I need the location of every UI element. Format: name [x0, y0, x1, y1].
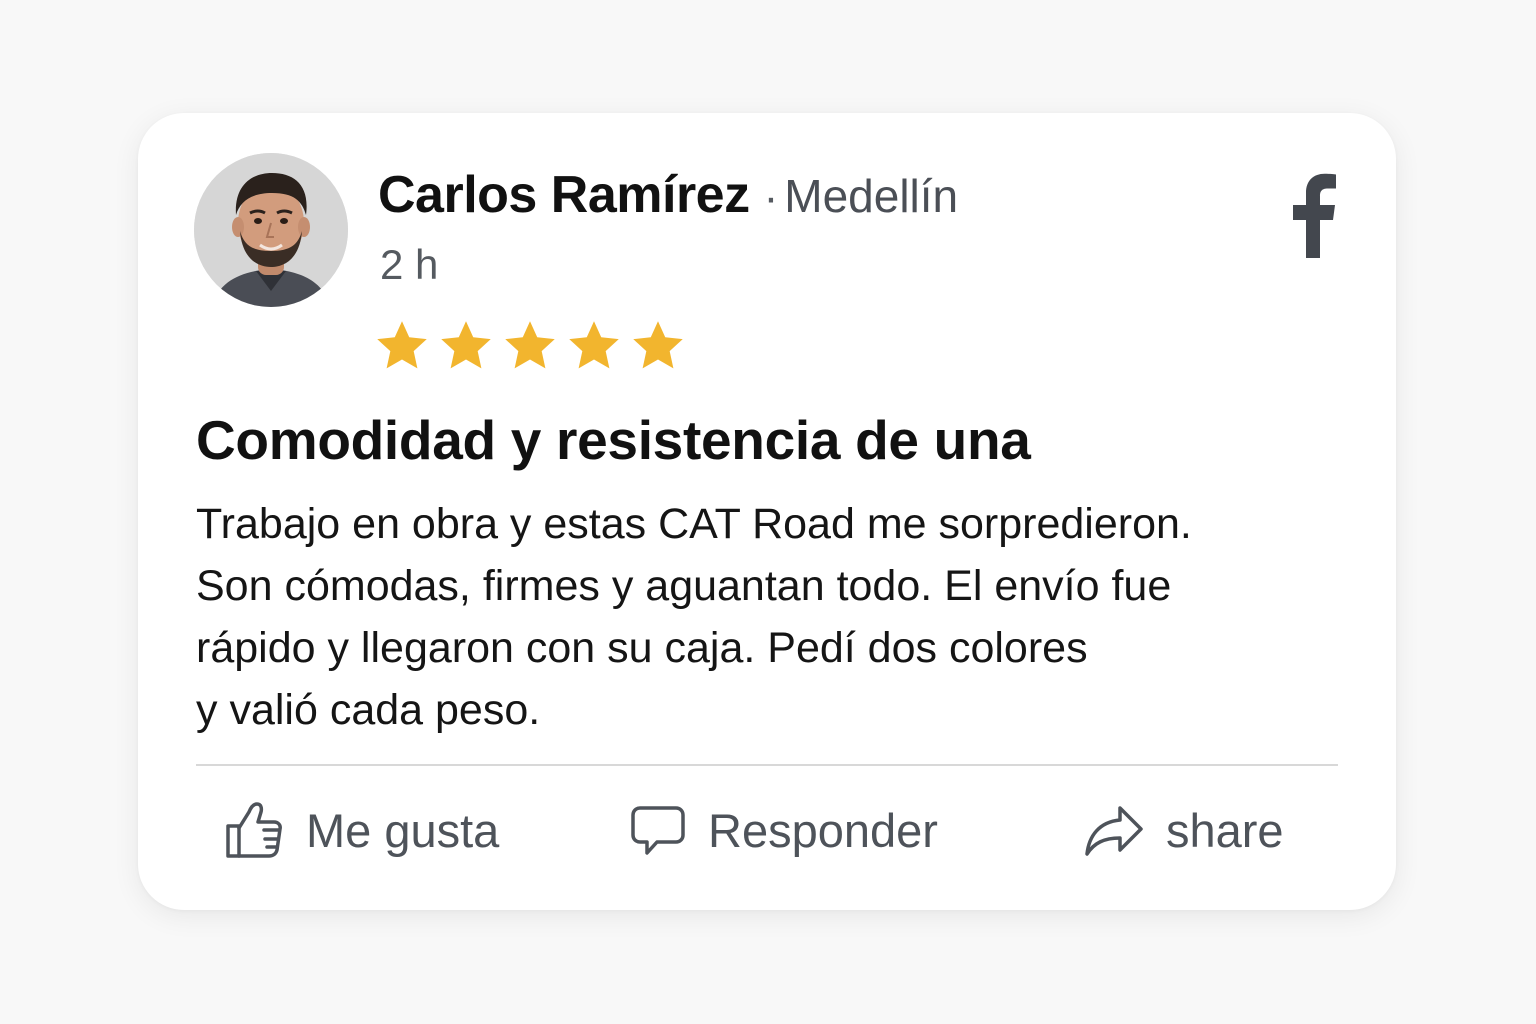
comment-icon [631, 806, 685, 855]
facebook-logo-icon[interactable] [1286, 168, 1338, 258]
like-button[interactable]: Me gusta [224, 797, 499, 863]
star-icon [569, 321, 619, 369]
thumbs-up-icon [226, 802, 282, 858]
review-body-line: Trabajo en obra y estas CAT Road me sorp… [196, 500, 1192, 548]
review-body-line: Son cómodas, firmes y aguantan todo. El … [196, 562, 1172, 610]
share-arrow-icon [1085, 806, 1143, 856]
author-line: Carlos Ramírez · Medellín [378, 165, 958, 238]
review-card: Carlos Ramírez · Medellín 2 h Comodidad y … [138, 113, 1396, 910]
separator-dot: · [763, 173, 779, 222]
author-name[interactable]: Carlos Ramírez [378, 166, 750, 224]
star-icon [505, 321, 555, 369]
review-title: Comodidad y resistencia de una [196, 409, 1031, 471]
reply-label: Responder [708, 803, 938, 857]
star-rating [374, 317, 686, 373]
reply-button[interactable]: Responder [630, 797, 938, 863]
divider [196, 764, 1338, 766]
review-body: Trabajo en obra y estas CAT Road me sorp… [196, 493, 1346, 741]
review-body-line: y valió cada peso. [196, 686, 541, 734]
star-icon [441, 321, 491, 369]
review-body-line: rápido y llegaron con su caja. Pedí dos … [196, 624, 1088, 672]
avatar-portrait-icon [194, 153, 348, 307]
share-label: share [1166, 803, 1284, 857]
location: Medellín [784, 170, 959, 222]
share-button[interactable]: share [1084, 797, 1284, 863]
star-icon [633, 321, 683, 369]
like-label: Me gusta [306, 803, 500, 857]
star-icon [377, 321, 427, 369]
avatar[interactable] [194, 153, 348, 307]
post-time[interactable]: 2 h [380, 237, 438, 293]
